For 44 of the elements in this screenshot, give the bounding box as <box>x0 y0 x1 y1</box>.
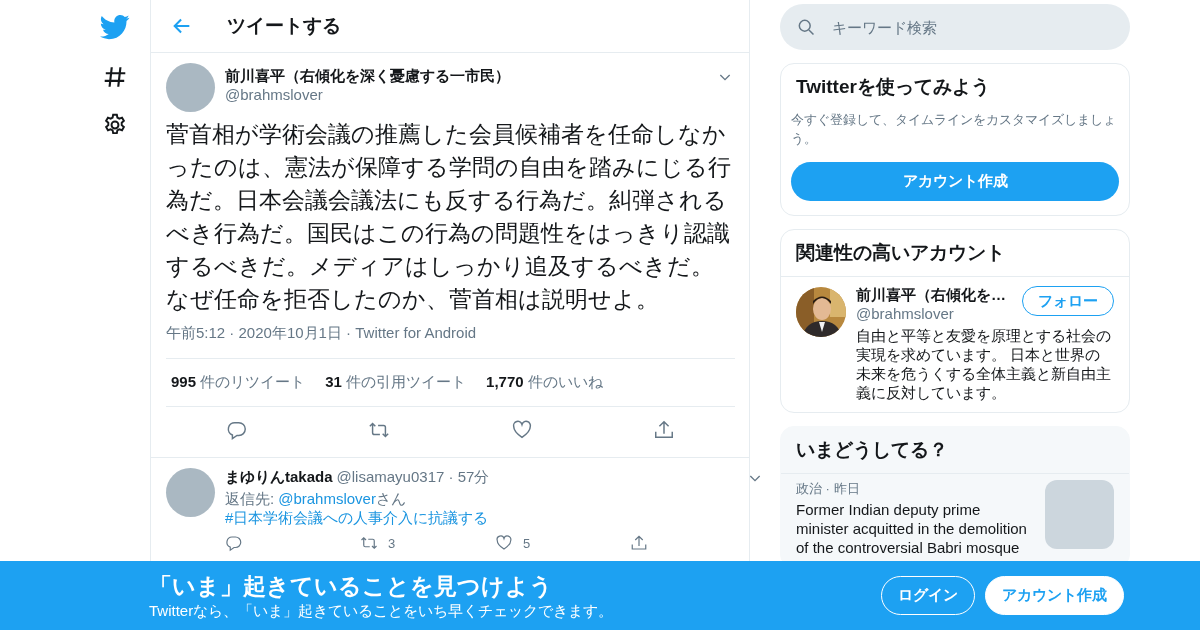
action-count: 5 <box>523 535 531 551</box>
banner-title: 「いま」起きていることを見つけよう <box>149 571 554 601</box>
account-name[interactable]: 前川喜平（右傾化を… <box>856 286 1006 305</box>
share-icon[interactable] <box>630 534 648 552</box>
page-title: ツイートする <box>227 14 341 38</box>
tweet-text: 菅首相が学術会議の推薦した会員候補者を任命しなかったのは、憲法が保障する学問の自由を踏みにじる行為だ。日本会議会議法にも反する行為だ。糾弾されるべき行為だ。国民はこの行為の問題性をはっきり認識するべきだ。メディアはしっかり追及するべきだ。なぜ任命を拒否したのか、菅首相は説明せよ。 <box>166 121 732 314</box>
hashtag-link[interactable]: #日本学術会議への人事介入に抗議する <box>225 509 489 526</box>
stat-link[interactable]: 1,770 件のいいね <box>486 373 603 392</box>
card-text: 今すぐ登録して、タイムラインをカスタマイズしましょう。 <box>791 111 1117 148</box>
mention-link[interactable]: @brahmslover <box>278 490 376 507</box>
search-icon <box>796 17 816 37</box>
banner-subtitle: Twitterなら、「いま」起きていることをいち早くチェックできます。 <box>149 601 614 621</box>
heart-icon[interactable] <box>495 534 513 552</box>
trend-meta: 政治 · 昨日 <box>796 480 861 498</box>
reply-icon[interactable] <box>226 419 249 441</box>
retweet-icon[interactable] <box>360 534 378 552</box>
create-account-button[interactable]: アカウント作成 <box>791 162 1119 201</box>
search-field[interactable]: キーワード検索 <box>780 4 1130 50</box>
hashtag-icon[interactable] <box>102 64 128 90</box>
reply-icon[interactable] <box>225 534 243 552</box>
card-title: いまどうしてる？ <box>781 427 1129 474</box>
author-handle[interactable]: @brahmslover <box>225 86 707 103</box>
reply-to-label: 返信先: <box>225 490 275 507</box>
tweet-timestamp: 午前5:12 · 2020年10月1日 · Twitter for Android <box>166 324 735 359</box>
trend-headline[interactable]: Former Indian deputy prime minister acquitted in the demolition of the controversial Babri mosque <box>796 500 1035 557</box>
login-button[interactable]: ログイン <box>881 576 975 615</box>
stat-link[interactable]: 995 件のリツイート <box>171 373 306 392</box>
create-account-button[interactable]: アカウント作成 <box>985 576 1124 615</box>
account-bio: 自由と平等と友愛を原理とする社会の実現を求めています。 日本と世界の未来を危うくする全体主義と新自由主義に反対しています。 <box>856 326 1112 402</box>
follow-button[interactable]: フォロー <box>1022 286 1114 316</box>
stat-link[interactable]: 31 件の引用ツイート <box>325 373 467 392</box>
card-title: 関連性の高いアカウント <box>781 230 1129 277</box>
heart-icon[interactable] <box>510 419 533 441</box>
author-name[interactable]: 前川喜平（右傾化を深く憂慮する一市民） <box>225 67 707 86</box>
account-handle[interactable]: @brahmslover <box>856 305 1006 322</box>
share-icon[interactable] <box>652 419 675 441</box>
action-count: 3 <box>388 535 396 551</box>
reply-to-suffix: さん <box>375 490 406 507</box>
author-name[interactable]: まゆりんtakada <box>225 468 333 487</box>
card-title: Twitterを使ってみよう <box>795 75 991 99</box>
search-input[interactable]: キーワード検索 <box>830 17 1094 37</box>
author-handle-time: @lisamayu0317 · 57分 <box>336 468 491 487</box>
thumbnail <box>1045 480 1114 549</box>
bird-logo-icon[interactable] <box>100 12 130 42</box>
